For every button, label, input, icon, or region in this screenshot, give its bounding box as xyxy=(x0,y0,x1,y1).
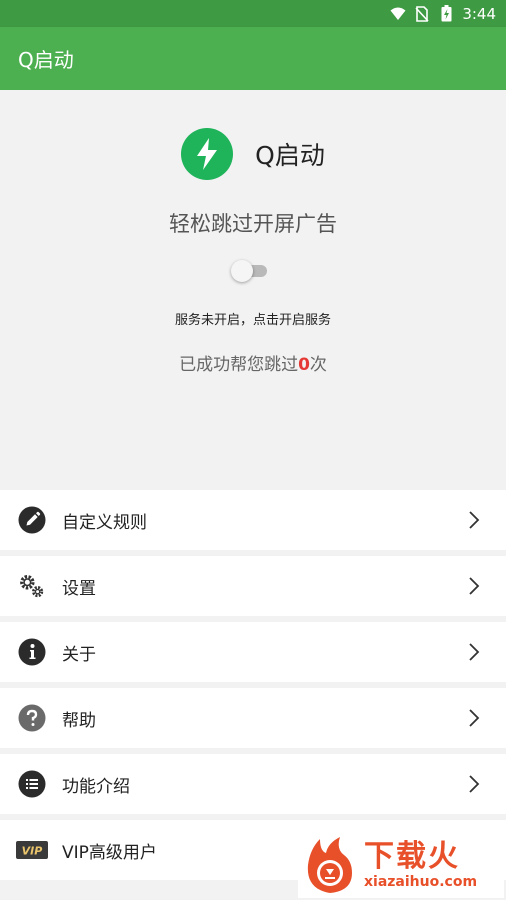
tagline: 轻松跳过开屏广告 xyxy=(169,212,337,236)
menu-item-settings[interactable]: 设置 xyxy=(0,556,506,616)
menu-item-help[interactable]: 帮助 xyxy=(0,688,506,748)
gears-icon xyxy=(18,572,46,600)
app-name: Q启动 xyxy=(255,141,325,170)
help-question-icon xyxy=(18,704,46,732)
menu-list: 自定义规则 设置 关于 帮助 功能介绍 VIP VIP高级用户 xyxy=(0,490,506,886)
lightning-logo-icon xyxy=(181,128,234,180)
skip-count-prefix: 已成功帮您跳过 xyxy=(179,355,299,375)
no-sim-icon xyxy=(414,5,430,22)
svg-text:VIP: VIP xyxy=(22,845,43,858)
menu-item-label: 帮助 xyxy=(62,710,96,731)
menu-item-about[interactable]: 关于 xyxy=(0,622,506,682)
list-icon xyxy=(18,770,46,798)
skip-count-text: 已成功帮您跳过0次 xyxy=(0,350,506,375)
service-status-text[interactable]: 服务未开启，点击开启服务 xyxy=(0,309,506,328)
service-toggle[interactable] xyxy=(231,260,267,282)
chevron-right-icon xyxy=(464,576,484,596)
app-bar-title: Q启动 xyxy=(18,48,74,72)
skip-count-suffix: 次 xyxy=(309,355,327,375)
status-time: 3:44 xyxy=(462,4,496,23)
watermark: 下载火 xiazaihuo.com xyxy=(298,832,504,898)
menu-item-label: VIP高级用户 xyxy=(62,842,157,863)
menu-item-features[interactable]: 功能介绍 xyxy=(0,754,506,814)
chevron-right-icon xyxy=(464,708,484,728)
hero-panel: Q启动 轻松跳过开屏广告 服务未开启，点击开启服务 已成功帮您跳过0次 xyxy=(0,90,506,490)
chevron-right-icon xyxy=(464,774,484,794)
menu-item-label: 功能介绍 xyxy=(62,776,130,797)
app-bar: Q启动 xyxy=(0,27,506,90)
toggle-thumb xyxy=(231,260,253,282)
wifi-icon xyxy=(390,6,406,22)
skip-count-number: 0 xyxy=(298,355,310,375)
watermark-brand: 下载火 xyxy=(364,839,460,874)
watermark-text: 下载火 xiazaihuo.com xyxy=(364,839,478,891)
menu-item-label: 设置 xyxy=(62,578,96,599)
flame-logo-icon xyxy=(300,835,360,895)
info-icon xyxy=(18,638,46,666)
vip-badge-icon: VIP xyxy=(16,836,48,864)
battery-charging-icon xyxy=(438,5,454,22)
edit-pencil-icon xyxy=(18,506,46,534)
watermark-domain: xiazaihuo.com xyxy=(364,874,478,890)
chevron-right-icon xyxy=(464,642,484,662)
menu-item-label: 关于 xyxy=(62,644,96,665)
brand-row: Q启动 xyxy=(0,128,506,180)
menu-item-custom-rules[interactable]: 自定义规则 xyxy=(0,490,506,550)
status-bar: 3:44 xyxy=(0,0,506,27)
chevron-right-icon xyxy=(464,510,484,530)
menu-item-label: 自定义规则 xyxy=(62,512,147,533)
